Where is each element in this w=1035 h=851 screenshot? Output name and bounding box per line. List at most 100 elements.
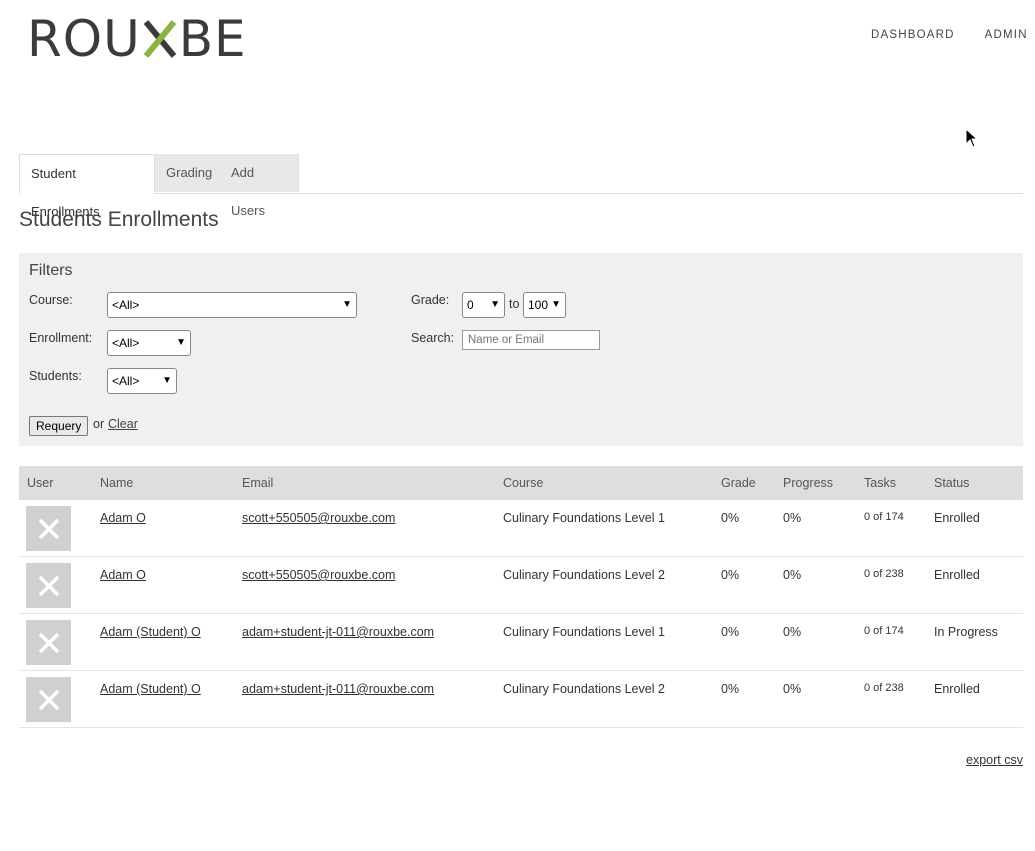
default-avatar-x-icon <box>38 518 59 539</box>
student-name-link[interactable]: Adam (Student) O <box>100 682 201 696</box>
tasks-cell: 0 of 238 <box>856 556 926 614</box>
table-row: Adam (Student) O adam+student-jt-011@rou… <box>19 613 1023 671</box>
grade-cell: 0% <box>713 613 775 671</box>
column-header-tasks[interactable]: Tasks <box>856 466 926 500</box>
course-label: Course: <box>29 293 73 307</box>
tab-add-users[interactable]: Add Users <box>220 154 299 218</box>
status-cell: Enrolled <box>926 500 1023 557</box>
search-input[interactable] <box>462 330 600 350</box>
course-cell: Culinary Foundations Level 2 <box>495 556 713 614</box>
search-label: Search: <box>411 331 455 345</box>
column-header-grade[interactable]: Grade <box>713 466 775 500</box>
student-email-link[interactable]: adam+student-jt-011@rouxbe.com <box>242 625 434 639</box>
course-select-value: <All> <box>112 298 140 312</box>
or-text: or <box>93 417 105 431</box>
logo-x-mark <box>143 20 177 58</box>
students-label: Students: <box>29 369 82 383</box>
email-cell: scott+550505@rouxbe.com <box>234 500 495 557</box>
email-cell: adam+student-jt-011@rouxbe.com <box>234 613 495 671</box>
default-avatar-x-icon <box>38 689 59 710</box>
status-cell: Enrolled <box>926 556 1023 614</box>
email-cell: scott+550505@rouxbe.com <box>234 556 495 614</box>
column-header-course[interactable]: Course <box>495 466 713 500</box>
tasks-cell: 0 of 174 <box>856 613 926 671</box>
column-header-progress[interactable]: Progress <box>775 466 856 500</box>
progress-cell: 0% <box>775 613 856 671</box>
avatar <box>26 677 71 722</box>
grade-cell: 0% <box>713 500 775 557</box>
tasks-cell: 0 of 174 <box>856 500 926 557</box>
progress-cell: 0% <box>775 556 856 614</box>
grade-to-word: to <box>509 297 520 311</box>
filters-panel: Filters Course: <All> ▼ Enrollment: <All… <box>19 253 1023 446</box>
student-email-link[interactable]: scott+550505@rouxbe.com <box>242 568 395 582</box>
requery-button[interactable]: Requery <box>29 416 89 436</box>
course-cell: Culinary Foundations Level 2 <box>495 670 713 728</box>
student-name-link[interactable]: Adam O <box>100 568 146 582</box>
clear-link[interactable]: Clear <box>108 417 138 431</box>
chevron-down-icon: ▼ <box>162 375 172 386</box>
column-header-name[interactable]: Name <box>92 466 234 500</box>
logo-text-right: BE <box>178 10 247 68</box>
tab-student-enrollments[interactable]: Student Enrollments <box>19 154 155 219</box>
student-email-link[interactable]: scott+550505@rouxbe.com <box>242 511 395 525</box>
table-row: Adam O scott+550505@rouxbe.com Culinary … <box>19 500 1023 557</box>
rouxbe-logo[interactable]: ROU BE <box>27 10 247 68</box>
tasks-cell: 0 of 238 <box>856 670 926 728</box>
avatar <box>26 506 71 551</box>
filters-title: Filters <box>29 262 73 279</box>
grade-to-value: 100 <box>528 298 549 312</box>
column-header-user[interactable]: User <box>19 466 92 500</box>
top-navigation: DASHBOARD ADMIN <box>871 29 1035 41</box>
mouse-cursor-icon <box>965 128 979 148</box>
user-cell <box>19 670 92 728</box>
course-cell: Culinary Foundations Level 1 <box>495 500 713 557</box>
name-cell: Adam O <box>92 556 234 614</box>
grade-label: Grade: <box>411 293 450 307</box>
avatar <box>26 620 71 665</box>
tab-grading[interactable]: Grading <box>155 154 221 192</box>
name-cell: Adam (Student) O <box>92 670 234 728</box>
default-avatar-x-icon <box>38 575 59 596</box>
student-email-link[interactable]: adam+student-jt-011@rouxbe.com <box>242 682 434 696</box>
chevron-down-icon: ▼ <box>176 337 186 348</box>
table-header-row: User Name Email Course Grade Progress Ta… <box>19 466 1023 500</box>
user-cell <box>19 613 92 671</box>
status-cell: In Progress <box>926 613 1023 671</box>
grade-from-select[interactable]: 0 ▼ <box>462 292 505 318</box>
name-cell: Adam (Student) O <box>92 613 234 671</box>
enrollments-table: User Name Email Course Grade Progress Ta… <box>19 466 1023 728</box>
progress-cell: 0% <box>775 500 856 557</box>
chevron-down-icon: ▼ <box>490 299 500 310</box>
course-cell: Culinary Foundations Level 1 <box>495 613 713 671</box>
page-title: Students Enrollments <box>19 208 219 231</box>
email-cell: adam+student-jt-011@rouxbe.com <box>234 670 495 728</box>
nav-admin-link[interactable]: ADMIN <box>985 29 1028 41</box>
table-row: Adam (Student) O adam+student-jt-011@rou… <box>19 670 1023 728</box>
grade-cell: 0% <box>713 670 775 728</box>
avatar <box>26 563 71 608</box>
logo-text-left: ROU <box>27 10 141 68</box>
default-avatar-x-icon <box>38 632 59 653</box>
course-select[interactable]: <All> ▼ <box>107 292 357 318</box>
grade-to-select[interactable]: 100 ▼ <box>523 292 566 318</box>
grade-from-value: 0 <box>467 298 474 312</box>
column-header-email[interactable]: Email <box>234 466 495 500</box>
student-name-link[interactable]: Adam O <box>100 511 146 525</box>
student-name-link[interactable]: Adam (Student) O <box>100 625 201 639</box>
tab-bar: Student Enrollments Grading Add Users <box>19 154 1023 219</box>
grade-cell: 0% <box>713 556 775 614</box>
nav-dashboard-link[interactable]: DASHBOARD <box>871 29 955 41</box>
user-cell <box>19 556 92 614</box>
table-row: Adam O scott+550505@rouxbe.com Culinary … <box>19 556 1023 614</box>
students-select[interactable]: <All> ▼ <box>107 368 177 394</box>
export-csv-link[interactable]: export csv <box>966 753 1023 767</box>
name-cell: Adam O <box>92 500 234 557</box>
column-header-status[interactable]: Status <box>926 466 1023 500</box>
enrollment-select-value: <All> <box>112 336 140 350</box>
enrollment-select[interactable]: <All> ▼ <box>107 330 191 356</box>
user-cell <box>19 500 92 557</box>
progress-cell: 0% <box>775 670 856 728</box>
chevron-down-icon: ▼ <box>342 299 352 310</box>
students-select-value: <All> <box>112 374 140 388</box>
